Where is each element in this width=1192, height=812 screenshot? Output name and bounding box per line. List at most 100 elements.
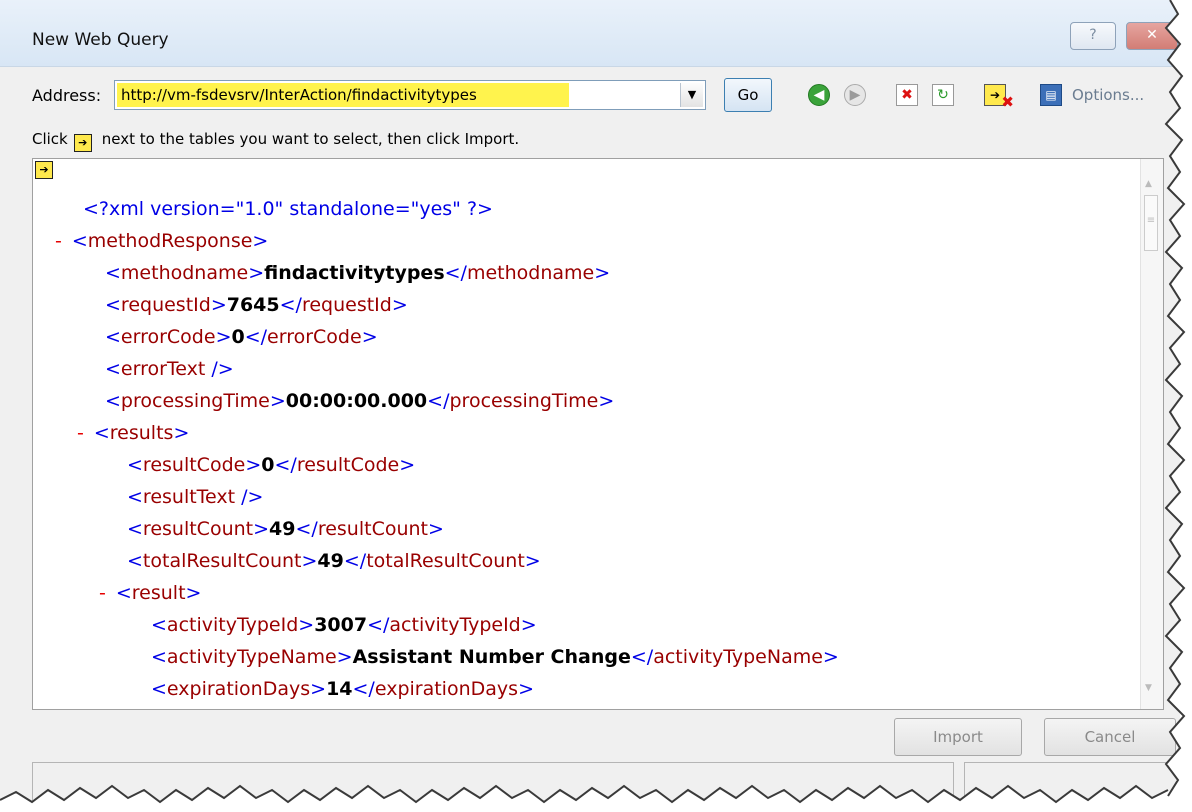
close-button[interactable]: ✕ — [1126, 22, 1178, 50]
xml-bracket: > — [361, 326, 378, 348]
xml-bracket: < — [127, 486, 143, 508]
scroll-up-icon[interactable]: ▲ — [1145, 179, 1152, 189]
title-bar: New Web Query ? ✕ — [0, 0, 1180, 67]
xml-line-processingTime: <processingTime>00:00:00.000</processing… — [105, 389, 614, 413]
address-dropdown-button[interactable]: ▼ — [680, 83, 703, 107]
xml-bracket: > — [173, 422, 190, 444]
scroll-down-icon[interactable]: ▼ — [1145, 683, 1152, 693]
xml-bracket: > — [245, 454, 262, 476]
xml-tag-name: methodResponse — [87, 230, 253, 252]
xml-value: 49 — [317, 550, 344, 572]
xml-line-activityTypeId: <activityTypeId>3007</activityTypeId> — [151, 613, 537, 637]
stop-icon[interactable]: ✖ — [896, 84, 918, 106]
xml-bracket: </ — [274, 454, 297, 476]
toolbar: Address: ▼ Go ◀ ▶ ✖ ↻ ➔ ✖ ▤ Options... — [0, 76, 1180, 116]
options-button[interactable]: Options... — [1072, 86, 1144, 104]
xml-bracket: > — [185, 582, 202, 604]
xml-bracket: </ — [427, 390, 450, 412]
xml-tag-name: expirationDays — [374, 678, 519, 700]
xml-bracket: < — [71, 230, 88, 252]
xml-bracket: < — [93, 422, 110, 444]
xml-bracket: > — [391, 294, 408, 316]
xml-bracket: < — [127, 550, 143, 572]
xml-bracket: </ — [352, 678, 375, 700]
help-button[interactable]: ? — [1070, 22, 1116, 50]
xml-value: 14 — [326, 678, 353, 700]
forward-icon[interactable]: ▶ — [844, 84, 866, 106]
xml-bracket: > — [598, 390, 615, 412]
xml-value: 0 — [261, 454, 275, 476]
import-button[interactable]: Import — [894, 718, 1022, 756]
collapse-toggle[interactable]: - — [99, 582, 106, 604]
xml-bracket: > — [399, 454, 416, 476]
xml-line-resultText: <resultText /> — [127, 485, 263, 509]
collapse-toggle[interactable]: - — [77, 422, 84, 444]
xml-tag-name: expirationOverridable — [464, 708, 671, 709]
xml-tag-name: activityTypeName — [166, 646, 337, 668]
xml-document: <?xml version="1.0" standalone="yes" ?> … — [33, 159, 1141, 709]
xml-value: 0 — [231, 326, 245, 348]
xml-tag-name: activityTypeId — [389, 614, 521, 636]
cancel-button[interactable]: Cancel — [1044, 718, 1176, 756]
new-web-query-dialog: New Web Query ? ✕ Address: ▼ Go ◀ ▶ ✖ ↻ … — [0, 0, 1180, 805]
instruction-rest: next to the tables you want to select, t… — [101, 130, 520, 148]
xml-line-resultCode: <resultCode>0</resultCode> — [127, 453, 415, 477]
address-input[interactable] — [117, 83, 569, 107]
web-preview-pane: ➔ <?xml version="1.0" standalone="yes" ?… — [32, 158, 1164, 710]
xml-bracket: > — [301, 550, 318, 572]
xml-tag-name: methodname — [120, 262, 249, 284]
xml-bracket: </ — [367, 614, 390, 636]
xml-line-errorText: <errorText /> — [105, 357, 234, 381]
xml-tag-name: errorCode — [120, 326, 216, 348]
xml-bracket: > — [594, 262, 611, 284]
xml-bracket: < — [127, 518, 143, 540]
xml-bracket: > — [374, 708, 390, 709]
scroll-thumb[interactable]: ≡ — [1144, 195, 1158, 251]
xml-tag-name: activityTypeId — [166, 614, 299, 636]
xml-tag-name: errorCode — [267, 326, 362, 348]
xml-line-totalResultCount: <totalResultCount>49</totalResultCount> — [127, 549, 541, 573]
xml-value: 7645 — [226, 294, 280, 316]
xml-bracket: < — [127, 454, 143, 476]
xml-line-expirationDays: <expirationDays>14</expirationDays> — [151, 677, 534, 701]
xml-bracket: < — [151, 614, 167, 636]
hide-icons-icon[interactable]: ➔ ✖ — [984, 84, 1014, 111]
xml-bracket: > — [210, 294, 227, 316]
xml-line-methodResponse: - <methodResponse> — [55, 229, 268, 253]
xml-value: 3007 — [314, 614, 368, 636]
window-title: New Web Query — [32, 30, 169, 50]
xml-bracket: < — [105, 358, 121, 380]
xml-declaration: <?xml version="1.0" standalone="yes" ?> — [83, 198, 493, 220]
vertical-scrollbar[interactable]: ▲ ≡ ▼ — [1140, 159, 1163, 709]
xml-tag-name: processingTime — [120, 390, 270, 412]
xml-bracket: > — [520, 614, 537, 636]
xml-value: 00:00:00.000 — [285, 390, 428, 412]
xml-bracket: </ — [279, 294, 302, 316]
xml-bracket: < — [151, 708, 167, 709]
back-icon[interactable]: ◀ — [808, 84, 830, 106]
xml-tag-name: activityTypeName — [653, 646, 823, 668]
instruction-text: Click ➔ next to the tables you want to sel… — [32, 130, 519, 152]
xml-bracket: < — [151, 678, 167, 700]
xml-bracket: > — [822, 646, 839, 668]
xml-bracket: </ — [444, 262, 467, 284]
xml-bracket: > — [336, 646, 353, 668]
xml-tag-name: result — [131, 582, 186, 604]
xml-tag-name: requestId — [301, 294, 392, 316]
xml-bracket: > — [298, 614, 315, 636]
xml-tag-name: requestId — [120, 294, 211, 316]
xml-bracket: </ — [244, 326, 268, 348]
save-query-icon[interactable]: ▤ — [1040, 84, 1062, 106]
xml-bracket: < — [105, 390, 121, 412]
refresh-icon[interactable]: ↻ — [932, 84, 954, 106]
xml-bracket: > — [518, 678, 534, 700]
xml-tag-name: resultCode — [296, 454, 400, 476]
xml-bracket: </ — [442, 708, 464, 709]
go-button[interactable]: Go — [724, 78, 772, 112]
xml-value: false — [390, 708, 442, 709]
xml-tag-name: resultCount — [317, 518, 428, 540]
status-bar-left — [32, 762, 954, 805]
collapse-toggle[interactable]: - — [55, 230, 62, 252]
address-combobox[interactable]: ▼ — [114, 80, 706, 110]
xml-bracket: < — [105, 294, 121, 316]
